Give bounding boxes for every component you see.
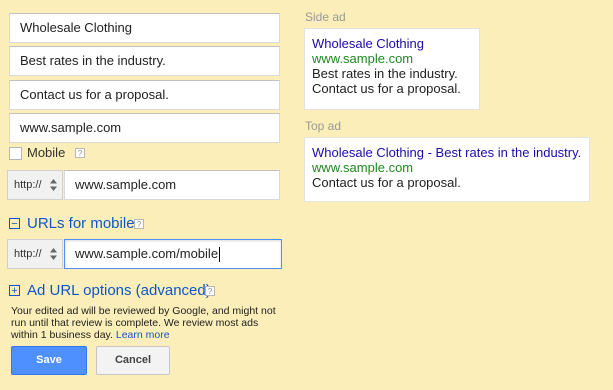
side-ad-title: Wholesale Clothing xyxy=(312,36,425,51)
final-url-protocol-value: http:// xyxy=(14,179,42,191)
review-note: Your edited ad will be reviewed by Googl… xyxy=(11,305,301,341)
top-ad-preview: Wholesale Clothing - Best rates in the i… xyxy=(304,137,590,202)
mobile-help-icon[interactable]: ? xyxy=(75,148,85,158)
cancel-button[interactable]: Cancel xyxy=(96,346,170,375)
mobile-urls-help-icon[interactable]: ? xyxy=(134,219,144,229)
advanced-help-icon[interactable]: ? xyxy=(205,286,215,296)
save-button[interactable]: Save xyxy=(11,346,87,375)
side-ad-label: Side ad xyxy=(305,10,346,24)
ad-url-options-link[interactable]: Ad URL options (advanced) xyxy=(27,282,211,299)
mobile-url-protocol-select[interactable]: http:// xyxy=(7,239,63,269)
review-note-line: Your edited ad will be reviewed by Googl… xyxy=(11,305,276,317)
top-ad-title: Wholesale Clothing - Best rates in the i… xyxy=(312,145,582,160)
mobile-checkbox[interactable] xyxy=(9,147,22,160)
side-ad-url: www.sample.com xyxy=(312,51,414,66)
side-ad-line1: Best rates in the industry. xyxy=(312,66,458,81)
review-note-line: run until that review is complete. We re… xyxy=(11,317,259,329)
urls-for-mobile-link[interactable]: URLs for mobile xyxy=(27,215,135,232)
description-line2-input[interactable]: Contact us for a proposal. xyxy=(9,80,280,110)
learn-more-link[interactable]: Learn more xyxy=(116,329,170,341)
text-caret xyxy=(219,247,221,263)
final-url-input[interactable]: www.sample.com xyxy=(64,170,280,200)
up-down-arrows-icon xyxy=(50,248,57,260)
collapse-minus-box-icon[interactable]: − xyxy=(9,218,20,230)
mobile-url-value: www.sample.com/mobile xyxy=(75,246,219,261)
description-line1-input[interactable]: Best rates in the industry. xyxy=(9,46,280,76)
top-ad-label: Top ad xyxy=(305,119,342,133)
display-url-input[interactable]: www.sample.com xyxy=(9,113,280,143)
final-url-protocol-select[interactable]: http:// xyxy=(7,170,63,200)
review-note-line: within 1 business day. xyxy=(11,329,113,341)
expand-plus-box-icon[interactable]: + xyxy=(9,285,20,297)
top-ad-line1: Contact us for a proposal. xyxy=(312,175,461,190)
side-ad-preview: Wholesale Clothing www.sample.com Best r… xyxy=(304,28,480,110)
top-ad-url: www.sample.com xyxy=(312,160,414,175)
mobile-url-input[interactable]: www.sample.com/mobile xyxy=(64,239,282,269)
mobile-label: Mobile xyxy=(27,145,66,160)
mobile-url-protocol-value: http:// xyxy=(14,248,42,260)
side-ad-line2: Contact us for a proposal. xyxy=(312,81,461,96)
headline-input[interactable]: Wholesale Clothing xyxy=(9,13,280,43)
up-down-arrows-icon xyxy=(50,179,57,191)
